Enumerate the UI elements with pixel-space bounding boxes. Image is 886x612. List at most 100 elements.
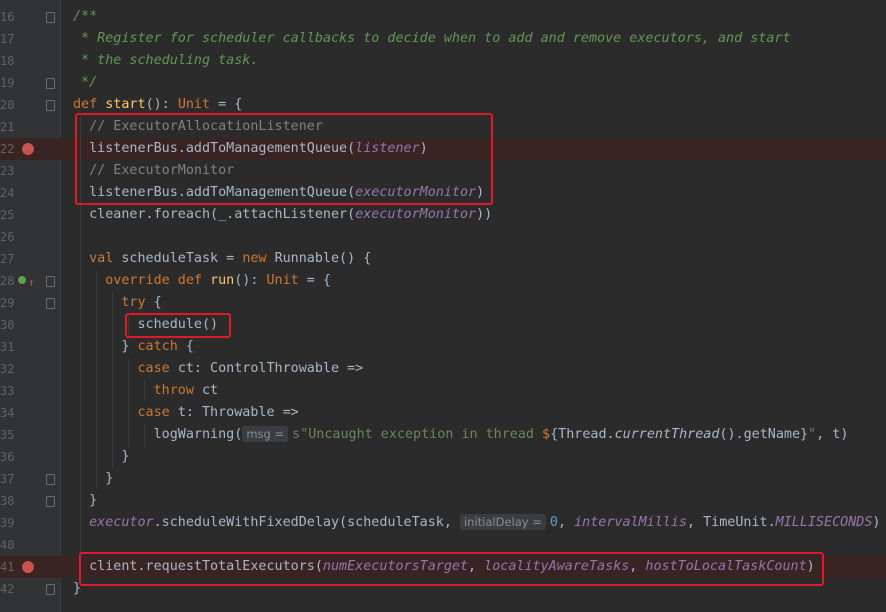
code-text[interactable]: * the scheduling task.	[73, 50, 258, 72]
parameter-hint: msg =	[242, 426, 289, 442]
code-text[interactable]: override def run(): Unit = {	[73, 270, 331, 292]
code-token: {	[145, 295, 162, 310]
code-line[interactable]: 38 }	[0, 490, 886, 512]
line-number: 34	[0, 406, 15, 420]
code-text[interactable]: /**	[73, 6, 97, 28]
code-token: }	[73, 449, 130, 464]
line-number: 25	[0, 208, 15, 222]
code-token: {Thread.	[550, 427, 615, 442]
code-token: * the scheduling task.	[73, 53, 259, 68]
code-token: }	[73, 493, 98, 508]
code-line[interactable]: 37 }	[0, 468, 886, 490]
fold-marker-icon[interactable]	[46, 100, 55, 111]
code-line[interactable]: 33 throw ct	[0, 380, 886, 402]
code-text[interactable]: try {	[73, 292, 162, 314]
code-token: ,	[557, 515, 575, 530]
fold-marker-icon[interactable]	[46, 474, 55, 485]
code-token: ))	[476, 207, 493, 222]
code-token: t: Throwable =>	[177, 405, 299, 420]
line-number: 26	[0, 230, 15, 244]
code-line[interactable]: 16 /**	[0, 6, 886, 28]
code-line[interactable]: 29 try {	[0, 292, 886, 314]
code-token: )	[872, 515, 881, 530]
line-number: 40	[0, 538, 15, 552]
highlight-box-schedule	[125, 313, 231, 338]
code-token: logWarning(	[73, 427, 243, 442]
line-number: 30	[0, 318, 15, 332]
code-text[interactable]: case ct: ControlThrowable =>	[73, 358, 364, 380]
override-method-icon[interactable]	[18, 276, 26, 284]
line-number: 29	[0, 296, 15, 310]
code-line[interactable]: 35 logWarning(msg = s"Uncaught exception …	[0, 424, 886, 446]
code-text[interactable]: * Register for scheduler callbacks to de…	[73, 28, 790, 50]
code-text[interactable]: executor.scheduleWithFixedDelay(schedule…	[73, 512, 880, 534]
code-line[interactable]: 36 }	[0, 446, 886, 468]
line-number: 32	[0, 362, 15, 376]
code-text[interactable]: } catch {	[73, 336, 194, 358]
code-token: currentThread	[614, 427, 720, 442]
code-line[interactable]: 19 */	[0, 72, 886, 94]
code-text[interactable]: val scheduleTask = new Runnable() {	[73, 248, 371, 270]
code-text[interactable]: cleaner.foreach(_.attachListener(executo…	[73, 204, 492, 226]
line-number: 27	[0, 252, 15, 266]
code-token: .scheduleWithFixedDelay(scheduleTask,	[153, 515, 460, 530]
line-number: 20	[0, 98, 15, 112]
code-line[interactable]: 25 cleaner.foreach(_.attachListener(exec…	[0, 204, 886, 226]
code-token: Unit	[266, 273, 299, 288]
code-token: Unit	[177, 97, 211, 112]
line-number: 28	[0, 274, 15, 288]
code-line[interactable]: 26	[0, 226, 886, 248]
line-number: 19	[0, 76, 15, 90]
fold-marker-icon[interactable]	[46, 276, 55, 287]
parameter-hint: initialDelay =	[459, 514, 546, 530]
highlight-box-request-executors	[79, 552, 824, 586]
code-editor[interactable]: 16 /** 17 * Register for scheduler callbac…	[0, 6, 886, 600]
line-number: 39	[0, 516, 15, 530]
code-token: {	[177, 339, 194, 354]
code-text[interactable]: }	[73, 446, 129, 468]
override-arrow-icon: ↑	[28, 276, 35, 289]
line-number: 35	[0, 428, 15, 442]
line-number: 21	[0, 120, 15, 134]
breakpoint-icon[interactable]	[22, 561, 34, 573]
code-token: }	[73, 339, 138, 354]
code-line[interactable]: 27 val scheduleTask = new Runnable() {	[0, 248, 886, 270]
fold-marker-icon[interactable]	[46, 584, 55, 595]
code-token: new	[242, 251, 275, 266]
code-token: scheduleTask =	[121, 251, 243, 266]
fold-marker-icon[interactable]	[46, 12, 55, 23]
line-number: 41	[0, 560, 15, 574]
code-line[interactable]: 32 case ct: ControlThrowable =>	[0, 358, 886, 380]
code-token: executor	[89, 515, 154, 530]
code-text[interactable]: */	[73, 72, 97, 94]
code-line[interactable]: 31 } catch {	[0, 336, 886, 358]
breakpoint-icon[interactable]	[22, 143, 34, 155]
code-token: def	[73, 97, 106, 112]
code-token: val	[89, 251, 122, 266]
code-line[interactable]: 39 executor.scheduleWithFixedDelay(sched…	[0, 512, 886, 534]
code-token: s"Uncaught exception in thread	[292, 427, 543, 442]
code-line[interactable]: 17 * Register for scheduler callbacks to…	[0, 28, 886, 50]
code-token: }	[73, 471, 114, 486]
line-number: 22	[0, 142, 15, 156]
code-token: override def	[105, 273, 211, 288]
fold-marker-icon[interactable]	[46, 298, 55, 309]
code-token: catch	[137, 339, 178, 354]
fold-marker-icon[interactable]	[46, 78, 55, 89]
code-token: = {	[210, 97, 243, 112]
code-token: MILLISECONDS	[775, 515, 873, 530]
code-text[interactable]: }	[73, 490, 97, 512]
code-text[interactable]: throw ct	[73, 380, 219, 402]
code-line[interactable]: 28 ↑ override def run(): Unit = {	[0, 270, 886, 292]
code-line[interactable]: 18 * the scheduling task.	[0, 50, 886, 72]
code-text[interactable]: logWarning(msg = s"Uncaught exception in …	[73, 424, 848, 446]
fold-marker-icon[interactable]	[46, 496, 55, 507]
code-line[interactable]: 34 case t: Throwable =>	[0, 402, 886, 424]
code-text[interactable]: }	[73, 468, 113, 490]
code-text[interactable]: case t: Throwable =>	[73, 402, 299, 424]
code-token: ():	[145, 97, 178, 112]
code-token: try	[121, 295, 146, 310]
